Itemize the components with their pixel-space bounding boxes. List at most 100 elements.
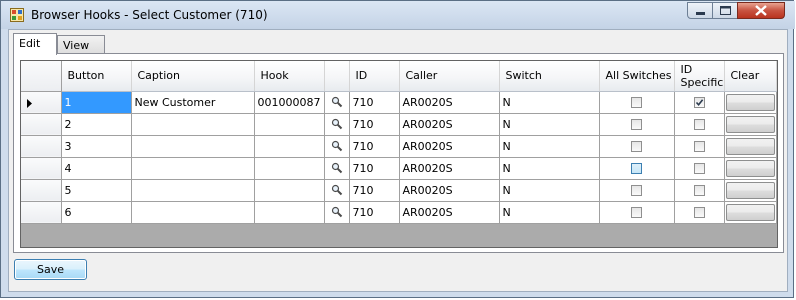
clear-button[interactable] — [725, 93, 775, 111]
table-row[interactable]: 6 710 AR0020S N — [21, 201, 777, 224]
cell-clear[interactable] — [724, 91, 777, 114]
magnifier-icon[interactable] — [331, 140, 343, 155]
cell-hook[interactable]: 001000087 — [254, 91, 325, 114]
maximize-button[interactable] — [712, 2, 738, 19]
hooks-grid[interactable]: Button Caption Hook ID Caller Switch All… — [20, 60, 778, 248]
tab-edit[interactable]: Edit — [13, 33, 57, 55]
cell-lookup[interactable] — [324, 91, 350, 114]
tab-view-all[interactable]: View All — [57, 35, 105, 65]
column-header-id[interactable]: ID — [349, 61, 400, 92]
cell-all-switches[interactable] — [599, 201, 675, 224]
cell-button[interactable]: 3 — [61, 135, 132, 158]
cell-caller[interactable]: AR0020S — [399, 135, 500, 158]
cell-button[interactable]: 1 — [61, 91, 132, 114]
id-specific-checkbox[interactable] — [693, 97, 705, 108]
column-header-caller[interactable]: Caller — [399, 61, 500, 92]
row-header[interactable] — [21, 91, 62, 114]
cell-all-switches[interactable] — [599, 91, 675, 114]
id-specific-checkbox[interactable] — [693, 141, 705, 152]
cell-id[interactable]: 710 — [349, 157, 400, 180]
cell-caller[interactable]: AR0020S — [399, 179, 500, 202]
cell-clear[interactable] — [724, 201, 777, 224]
cell-id-specific[interactable] — [674, 201, 725, 224]
cell-hook[interactable] — [254, 113, 325, 136]
clear-button[interactable] — [725, 181, 775, 199]
cell-clear[interactable] — [724, 157, 777, 180]
cell-switch[interactable]: N — [499, 91, 600, 114]
cell-button[interactable]: 2 — [61, 113, 132, 136]
magnifier-icon[interactable] — [331, 162, 343, 177]
cell-hook[interactable] — [254, 201, 325, 224]
row-header[interactable] — [21, 113, 62, 136]
cell-caption[interactable] — [131, 179, 255, 202]
row-header[interactable] — [21, 201, 62, 224]
cell-all-switches[interactable] — [599, 135, 675, 158]
column-header-all-switches[interactable]: All Switches — [599, 61, 675, 92]
cell-lookup[interactable] — [324, 201, 350, 224]
cell-caption[interactable]: New Customer — [131, 91, 255, 114]
cell-id[interactable]: 710 — [349, 113, 400, 136]
cell-id-specific[interactable] — [674, 135, 725, 158]
cell-caller[interactable]: AR0020S — [399, 91, 500, 114]
table-row[interactable]: 4 710 AR0020S N — [21, 157, 777, 180]
table-row[interactable]: 2 710 AR0020S N — [21, 113, 777, 136]
cell-hook[interactable] — [254, 135, 325, 158]
cell-hook[interactable] — [254, 179, 325, 202]
cell-id-specific[interactable] — [674, 113, 725, 136]
all-switches-checkbox[interactable] — [631, 163, 642, 174]
cell-id[interactable]: 710 — [349, 135, 400, 158]
cell-caption[interactable] — [131, 113, 255, 136]
cell-id[interactable]: 710 — [349, 91, 400, 114]
cell-lookup[interactable] — [324, 157, 350, 180]
column-header-id-specific[interactable]: ID Specific — [674, 61, 725, 92]
all-switches-checkbox[interactable] — [631, 207, 642, 218]
cell-clear[interactable] — [724, 113, 777, 136]
magnifier-icon[interactable] — [331, 118, 343, 133]
cell-clear[interactable] — [724, 179, 777, 202]
cell-switch[interactable]: N — [499, 201, 600, 224]
cell-switch[interactable]: N — [499, 135, 600, 158]
column-header-caption[interactable]: Caption — [131, 61, 255, 92]
cell-caller[interactable]: AR0020S — [399, 113, 500, 136]
cell-id[interactable]: 710 — [349, 201, 400, 224]
id-specific-checkbox[interactable] — [693, 185, 705, 196]
minimize-button[interactable] — [687, 2, 713, 19]
cell-caption[interactable] — [131, 135, 255, 158]
clear-button[interactable] — [725, 137, 775, 155]
column-header-switch[interactable]: Switch — [499, 61, 600, 92]
table-row[interactable]: 3 710 AR0020S N — [21, 135, 777, 158]
column-header-button[interactable]: Button — [61, 61, 132, 92]
cell-hook[interactable] — [254, 157, 325, 180]
column-header-lookup[interactable] — [324, 61, 350, 92]
row-header[interactable] — [21, 179, 62, 202]
clear-button[interactable] — [725, 115, 775, 133]
cell-button[interactable]: 4 — [61, 157, 132, 180]
cell-switch[interactable]: N — [499, 179, 600, 202]
magnifier-icon[interactable] — [331, 96, 343, 111]
id-specific-checkbox[interactable] — [693, 119, 705, 130]
save-button[interactable]: Save — [14, 259, 87, 280]
cell-id-specific[interactable] — [674, 179, 725, 202]
cell-id[interactable]: 710 — [349, 179, 400, 202]
magnifier-icon[interactable] — [331, 206, 343, 221]
row-header[interactable] — [21, 135, 62, 158]
cell-caption[interactable] — [131, 157, 255, 180]
id-specific-checkbox[interactable] — [693, 207, 705, 218]
cell-caller[interactable]: AR0020S — [399, 201, 500, 224]
column-header-hook[interactable]: Hook — [254, 61, 325, 92]
cell-caller[interactable]: AR0020S — [399, 157, 500, 180]
cell-all-switches[interactable] — [599, 179, 675, 202]
magnifier-icon[interactable] — [331, 184, 343, 199]
cell-button[interactable]: 5 — [61, 179, 132, 202]
column-header-clear[interactable]: Clear — [724, 61, 777, 92]
cell-button[interactable]: 6 — [61, 201, 132, 224]
all-switches-checkbox[interactable] — [631, 141, 642, 152]
cell-all-switches[interactable] — [599, 113, 675, 136]
cell-clear[interactable] — [724, 135, 777, 158]
cell-caption[interactable] — [131, 201, 255, 224]
cell-id-specific[interactable] — [674, 157, 725, 180]
cell-lookup[interactable] — [324, 113, 350, 136]
id-specific-checkbox[interactable] — [693, 163, 705, 174]
all-switches-checkbox[interactable] — [631, 97, 642, 108]
table-row[interactable]: 1 New Customer 001000087 710 AR0020S N — [21, 91, 777, 114]
